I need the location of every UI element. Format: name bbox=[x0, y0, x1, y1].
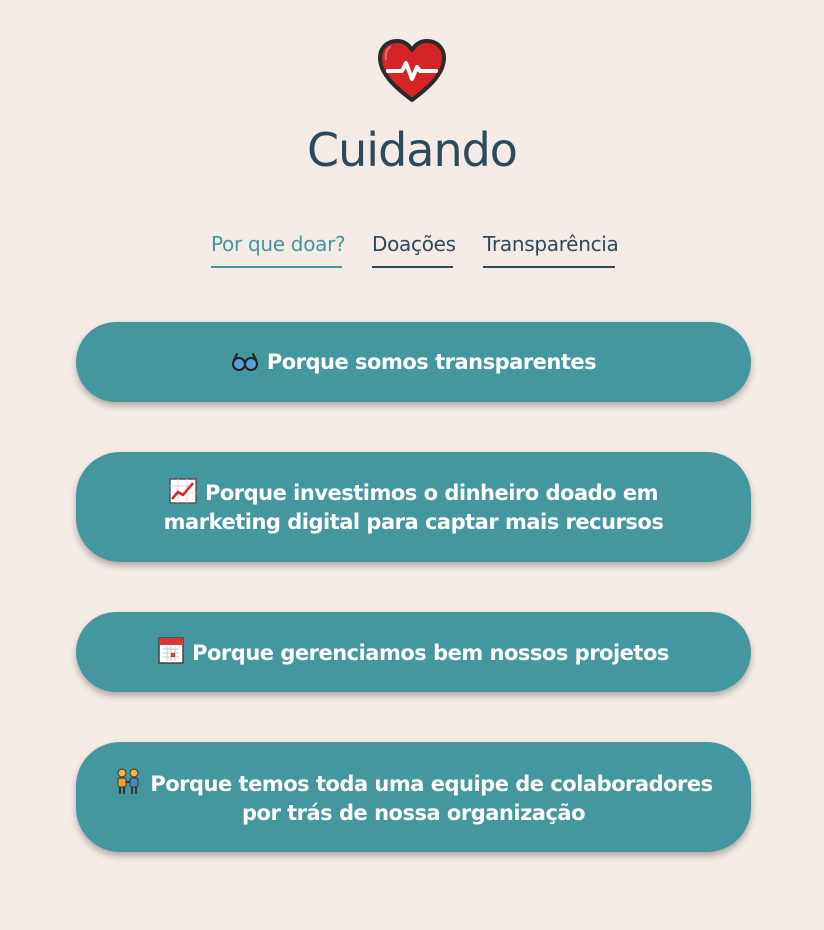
nav-link-por-que-doar[interactable]: Por que doar? bbox=[211, 230, 346, 268]
people-holding-hands-icon bbox=[117, 768, 139, 794]
reason-card-projects[interactable]: Porque gerenciamos bem nossos projetos bbox=[76, 612, 751, 692]
reason-text: Porque gerenciamos bem nossos projetos bbox=[192, 641, 669, 665]
reason-text: Porque temos toda uma equipe de colabora… bbox=[150, 771, 713, 825]
reason-text: Porque somos transparentes bbox=[266, 349, 597, 374]
chart-increasing-icon bbox=[169, 477, 197, 504]
calendar-icon bbox=[158, 637, 184, 664]
heart-pulse-icon bbox=[378, 39, 446, 102]
nav-link-transparencia[interactable]: Transparência bbox=[483, 230, 619, 268]
reason-card-team[interactable]: Porque temos toda uma equipe de colabora… bbox=[76, 742, 751, 852]
reason-card-marketing[interactable]: Porque investimos o dinheiro doado em ma… bbox=[76, 452, 751, 562]
site-title: Cuidando bbox=[307, 123, 518, 177]
nav-link-doacoes[interactable]: Doações bbox=[372, 230, 456, 268]
glasses-icon bbox=[231, 352, 258, 371]
reason-text: Porque investimos o dinheiro doado em ma… bbox=[163, 480, 664, 534]
reason-card-transparent[interactable]: Porque somos transparentes bbox=[76, 322, 751, 402]
